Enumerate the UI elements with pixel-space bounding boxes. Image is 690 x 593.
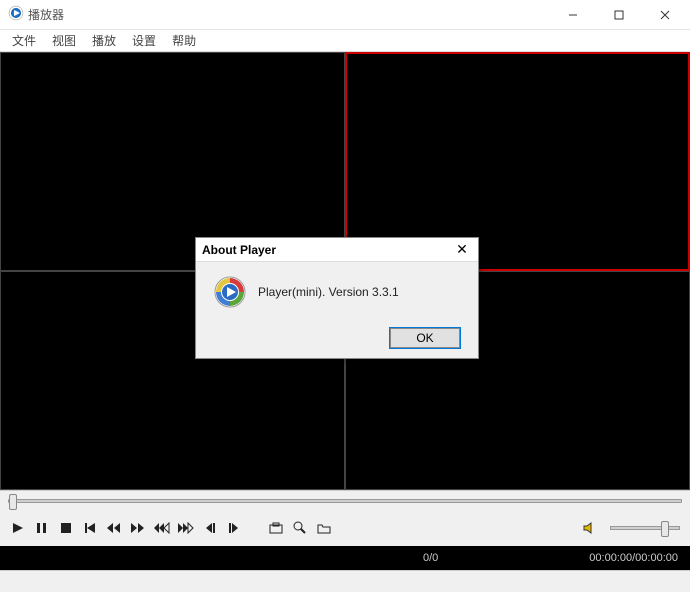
step-forward-icon[interactable] [226, 520, 242, 536]
player-logo-icon [214, 276, 246, 308]
titlebar: 播放器 [0, 0, 690, 30]
ok-button[interactable]: OK [390, 328, 460, 348]
open-folder-icon[interactable] [316, 520, 332, 536]
app-icon [8, 5, 24, 24]
play-icon[interactable] [10, 520, 26, 536]
maximize-button[interactable] [596, 1, 642, 29]
seek-thumb[interactable] [9, 494, 17, 510]
screenshot-icon[interactable] [268, 520, 284, 536]
prev-track-icon[interactable] [82, 520, 98, 536]
window-title: 播放器 [28, 6, 550, 23]
menu-settings[interactable]: 设置 [124, 30, 164, 51]
forward-icon[interactable] [130, 520, 146, 536]
dialog-message: Player(mini). Version 3.3.1 [258, 285, 399, 299]
pause-icon[interactable] [34, 520, 50, 536]
rewind-icon[interactable] [106, 520, 122, 536]
dialog-close-icon[interactable]: ✕ [452, 241, 472, 258]
dialog-titlebar[interactable]: About Player ✕ [196, 238, 478, 262]
menubar: 文件 视图 播放 设置 帮助 [0, 30, 690, 52]
footer-strip [0, 570, 690, 592]
stop-icon[interactable] [58, 520, 74, 536]
menu-help[interactable]: 帮助 [164, 30, 204, 51]
fast-rewind-icon[interactable] [154, 520, 170, 536]
status-bar: 0/0 00:00:00/00:00:00 [0, 546, 690, 570]
menu-play[interactable]: 播放 [84, 30, 124, 51]
menu-view[interactable]: 视图 [44, 30, 84, 51]
frame-counter: 0/0 [12, 552, 589, 564]
zoom-icon[interactable] [292, 520, 308, 536]
menu-file[interactable]: 文件 [4, 30, 44, 51]
about-dialog: About Player ✕ Player(mini). Version 3.3… [195, 237, 479, 359]
close-button[interactable] [642, 1, 688, 29]
fast-forward-icon[interactable] [178, 520, 194, 536]
minimize-button[interactable] [550, 1, 596, 29]
volume-thumb[interactable] [661, 521, 669, 537]
dialog-title: About Player [202, 243, 452, 257]
volume-slider[interactable] [610, 526, 680, 530]
playback-controls [0, 510, 690, 546]
speaker-icon[interactable] [582, 520, 598, 536]
seek-bar[interactable] [0, 490, 690, 510]
step-back-icon[interactable] [202, 520, 218, 536]
time-display: 00:00:00/00:00:00 [589, 552, 678, 564]
